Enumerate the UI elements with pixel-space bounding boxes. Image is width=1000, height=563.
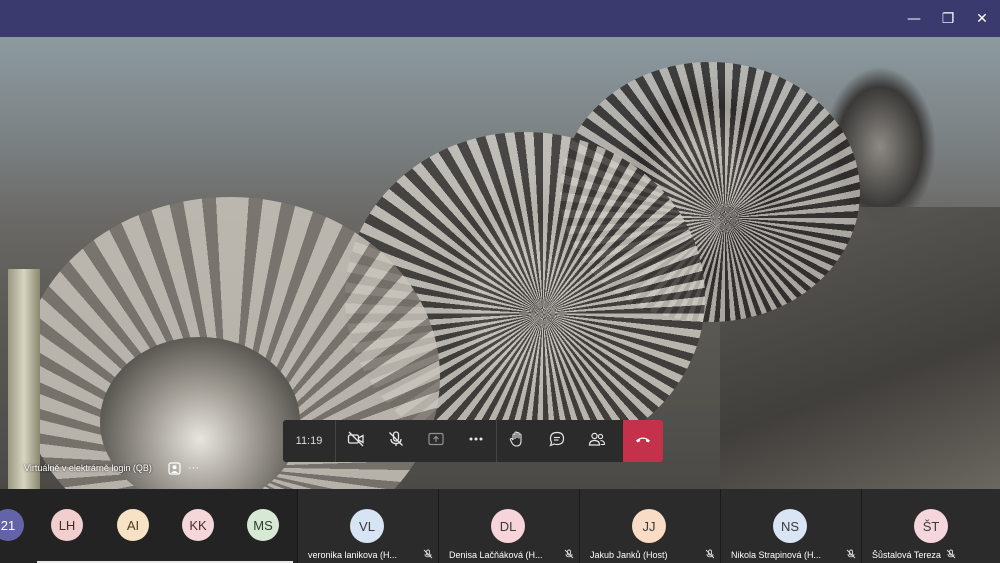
title-bar: — ❐ ✕ bbox=[0, 0, 1000, 37]
participant-name: veronika lanikova (H... bbox=[308, 550, 398, 560]
presenter-name-label: Virtuálně v elektrárně login (QB) bbox=[24, 463, 152, 473]
mic-off-icon bbox=[423, 549, 433, 559]
call-duration: 11:19 bbox=[283, 420, 336, 462]
hang-up-icon bbox=[634, 430, 652, 453]
share-screen-button[interactable] bbox=[416, 420, 456, 462]
avatar-kk[interactable]: KK bbox=[182, 509, 214, 541]
participant-name: Jakub Janků (Host) bbox=[590, 550, 668, 560]
camera-off-icon bbox=[347, 430, 365, 453]
restore-icon: ❐ bbox=[941, 10, 955, 27]
camera-toggle-button[interactable] bbox=[336, 420, 376, 462]
raise-hand-button[interactable] bbox=[496, 420, 537, 462]
mic-off-icon bbox=[705, 549, 715, 559]
participant-name: Nikola Strapinová (H... bbox=[731, 550, 822, 560]
participant-initials: DL bbox=[499, 518, 517, 534]
participant-initials: JJ bbox=[642, 518, 656, 534]
restore-button[interactable]: ❐ bbox=[930, 0, 966, 37]
chat-button[interactable] bbox=[537, 420, 577, 462]
participant-tile[interactable]: JJ Jakub Janků (Host) bbox=[579, 489, 720, 563]
minimize-button[interactable]: — bbox=[896, 0, 932, 37]
chat-bubble-icon bbox=[548, 430, 566, 453]
minimize-icon: — bbox=[907, 10, 921, 27]
participant-tile[interactable]: DL Denisa Lačňáková (H... bbox=[438, 489, 579, 563]
leave-call-button[interactable] bbox=[623, 420, 663, 462]
avatar-initials: AI bbox=[126, 517, 140, 533]
presenter-more-icon[interactable]: ··· bbox=[188, 462, 199, 474]
participant-avatar: NS bbox=[773, 509, 807, 543]
avatar-ai[interactable]: AI bbox=[117, 509, 149, 541]
participant-name: Denisa Lačňáková (H... bbox=[449, 550, 543, 560]
avatar-lh[interactable]: LH bbox=[51, 509, 83, 541]
participant-initials: NS bbox=[780, 518, 800, 534]
avatar-initials: MS bbox=[253, 517, 273, 533]
mic-off-icon bbox=[846, 549, 856, 559]
participant-avatar: JJ bbox=[632, 509, 666, 543]
mic-off-icon bbox=[946, 549, 956, 559]
participants-button[interactable] bbox=[577, 420, 617, 462]
close-button[interactable]: ✕ bbox=[964, 0, 1000, 37]
participant-initials: ŠT bbox=[922, 518, 940, 534]
more-actions-button[interactable] bbox=[456, 420, 496, 462]
participant-tile[interactable]: VL veronika lanikova (H... bbox=[297, 489, 438, 563]
avatar-initials: LH bbox=[58, 517, 76, 533]
participant-avatar: DL bbox=[491, 509, 525, 543]
avatar-ms[interactable]: MS bbox=[247, 509, 279, 541]
more-horizontal-icon bbox=[467, 430, 485, 453]
mic-toggle-button[interactable] bbox=[376, 420, 416, 462]
video-foreground-post bbox=[8, 269, 40, 489]
share-tray-icon bbox=[427, 430, 445, 453]
participant-tile[interactable]: NS Nikola Strapinová (H... bbox=[720, 489, 861, 563]
mic-muted-icon bbox=[387, 430, 405, 453]
participant-avatar: VL bbox=[350, 509, 384, 543]
participant-tile[interactable]: ŠT Šůstalová Tereza bbox=[861, 489, 1000, 563]
close-icon: ✕ bbox=[976, 10, 988, 27]
people-icon bbox=[588, 430, 606, 453]
avatar-initials: 21 bbox=[0, 517, 16, 533]
presenter-badge-icon bbox=[168, 462, 181, 478]
mic-off-icon bbox=[564, 549, 574, 559]
call-control-bar: 11:19 bbox=[283, 420, 663, 462]
avatar-initials: KK bbox=[189, 517, 207, 533]
hand-icon bbox=[508, 430, 526, 453]
participant-initials: VL bbox=[359, 518, 375, 534]
participant-avatar: ŠT bbox=[914, 509, 948, 543]
